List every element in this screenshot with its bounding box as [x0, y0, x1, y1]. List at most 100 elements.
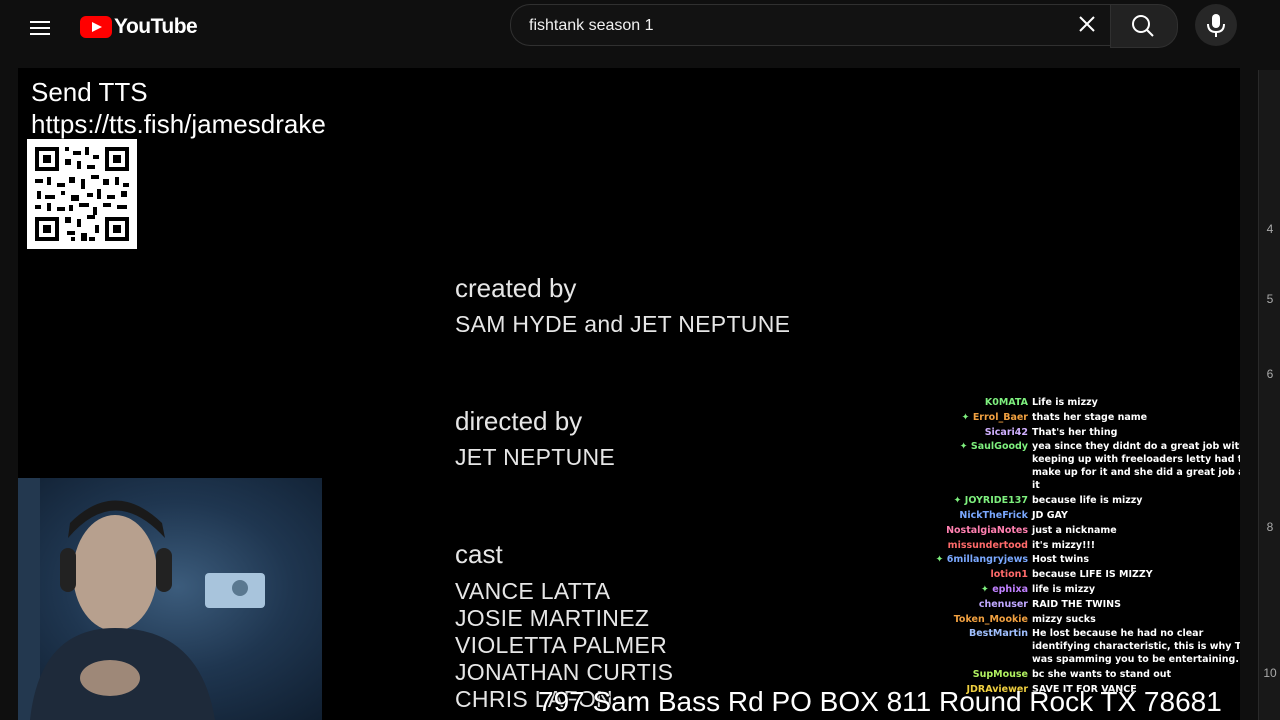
chat-username-text: BestMartin: [969, 628, 1028, 640]
chat-username-text: Token_Mookie: [953, 613, 1028, 625]
chat-username-text: 6millangryjews: [946, 554, 1028, 566]
chat-message: Sicari42 That's her thing: [918, 426, 1240, 439]
chat-message-text: life is mizzy: [1032, 583, 1096, 595]
badge-icon: ✦: [980, 583, 993, 595]
chat-username-text: chenuser: [978, 598, 1028, 610]
chat-message: missundertood it's mizzy!!!: [918, 539, 1240, 552]
chat-message: NostalgiaNotes just a nickname: [918, 524, 1240, 537]
chat-message: chenuser RAID THE TWINS: [918, 598, 1240, 611]
chat-username-text: lotion1: [990, 569, 1028, 581]
menu-icon-bar: [30, 33, 50, 35]
play-icon: [80, 16, 112, 38]
chat-message-text: thats her stage name: [1032, 411, 1148, 423]
chat-message-text: just a nickname: [1032, 524, 1117, 536]
chat-username: missundertood: [918, 539, 1032, 552]
chat-username: ✦ JOYRIDE137: [918, 494, 1032, 507]
chat-message: ✦ SaulGoody yea since they didnt do a gre…: [918, 440, 1240, 492]
chat-username-text: ephixa: [992, 583, 1028, 595]
chat-message: lotion1 because LIFE IS MIZZY: [918, 568, 1240, 581]
chat-message-text: JD GAY: [1032, 509, 1068, 521]
streamer-video-image: [18, 478, 265, 720]
cast-name: VANCE LATTA: [455, 578, 611, 604]
voice-search-button[interactable]: [1195, 4, 1237, 46]
search-box: [510, 4, 1111, 47]
microphone-icon: [1207, 14, 1225, 37]
chat-message: ✦ JOYRIDE137 because life is mizzy: [918, 494, 1240, 507]
chat-username: SupMouse: [918, 668, 1032, 681]
chat-username: BestMartin: [918, 627, 1032, 666]
chat-username-text: Errol_Baer: [972, 411, 1028, 423]
chat-username: lotion1: [918, 568, 1032, 581]
chat-username: NostalgiaNotes: [918, 524, 1032, 537]
chat-username: chenuser: [918, 598, 1032, 611]
badge-icon: ✦: [953, 495, 965, 507]
chat-message-text: it's mizzy!!!: [1032, 539, 1096, 551]
badge-icon: ✦: [961, 411, 973, 423]
chat-message-text: He lost because he had no clear identify…: [1032, 628, 1240, 666]
side-panel-number: 8: [1266, 520, 1274, 534]
chat-username-text: SaulGoody: [970, 441, 1028, 453]
search-icon: [1132, 15, 1154, 37]
search-button[interactable]: [1110, 4, 1178, 48]
chat-message-text: Life is mizzy: [1032, 397, 1098, 408]
chat-username-text: K0MATA: [984, 397, 1028, 408]
chat-username-text: NostalgiaNotes: [946, 524, 1028, 536]
side-panel-number: 6: [1266, 367, 1274, 381]
credit-name: SAM HYDE and JET NEPTUNE: [455, 311, 791, 337]
chat-username: ✦ SaulGoody: [918, 440, 1032, 492]
chat-message-text: bc she wants to stand out: [1032, 669, 1172, 681]
chat-username: NickTheFrick: [918, 509, 1032, 522]
chat-message-text: yea since they didnt do a great job with…: [1032, 441, 1240, 492]
hamburger-menu-button[interactable]: [24, 12, 56, 44]
side-panel-number: 5: [1266, 292, 1274, 306]
video-player[interactable]: Send TTS https://tts.fish/jamesdrake cre…: [18, 68, 1240, 720]
chat-username: Token_Mookie: [918, 613, 1032, 626]
chat-message: ✦ 6millangryjews Host twins: [918, 553, 1240, 566]
youtube-logo[interactable]: YouTube: [80, 14, 198, 40]
chat-message-text: RAID THE TWINS: [1032, 598, 1121, 610]
badge-icon: ✦: [959, 441, 971, 453]
credit-block-directed: directed by JET NEPTUNE: [455, 406, 615, 471]
chat-username-text: Sicari42: [984, 426, 1028, 438]
qr-code-icon: [35, 147, 129, 241]
chat-username: Sicari42: [918, 426, 1032, 439]
credit-heading: created by: [455, 273, 577, 303]
side-panel-number: 10: [1263, 666, 1277, 680]
close-icon: [1079, 16, 1095, 32]
tts-title: Send TTS: [31, 77, 148, 107]
search-input[interactable]: [527, 5, 1071, 47]
chat-username-text: missundertood: [947, 539, 1028, 551]
side-panel: 4 5 6 8 10: [1258, 70, 1280, 720]
chat-message: Token_Mookie mizzy sucks: [918, 613, 1240, 626]
chat-message-text: That's her thing: [1032, 426, 1118, 438]
logo-text: YouTube: [114, 15, 198, 38]
chat-username: ✦ ephixa: [918, 583, 1032, 596]
menu-icon: [30, 21, 50, 23]
menu-icon-bar: [30, 27, 50, 29]
chat-message: NickTheFrick JD GAY: [918, 509, 1240, 522]
clear-search-button[interactable]: [1072, 9, 1102, 39]
credit-name: JET NEPTUNE: [455, 444, 616, 470]
chat-message-text: mizzy sucks: [1032, 613, 1096, 625]
chat-message: BestMartin He lost because he had no clea…: [918, 627, 1240, 666]
chat-message: SupMouse bc she wants to stand out: [918, 668, 1240, 681]
chat-username-text: NickTheFrick: [959, 509, 1028, 521]
webcam-overlay: [18, 478, 322, 720]
credit-heading: directed by: [455, 406, 583, 436]
chat-message-text: because LIFE IS MIZZY: [1032, 569, 1153, 581]
masthead: YouTube: [0, 0, 1280, 56]
chat-username-text: JOYRIDE137: [964, 495, 1028, 507]
chat-username: ✦ 6millangryjews: [918, 553, 1032, 566]
cast-name: VIOLETTA PALMER: [455, 632, 667, 658]
chat-message-text: because life is mizzy: [1032, 495, 1143, 507]
credit-block-created: created by SAM HYDE and JET NEPTUNE: [455, 273, 790, 338]
chat-username: ✦ Errol_Baer: [918, 411, 1032, 424]
side-panel-number: 4: [1266, 222, 1274, 236]
chat-message: ✦ Errol_Baer thats her stage name: [918, 411, 1240, 424]
chat-username-text: SupMouse: [972, 669, 1028, 681]
cast-name: JOSIE MARTINEZ: [455, 605, 650, 631]
chat-overlay: K0MATA Life is mizzy ✦ Errol_Baer thats her…: [918, 396, 1240, 698]
qr-code: [27, 139, 137, 249]
chat-username: K0MATA: [918, 396, 1032, 409]
chat-message-text: Host twins: [1032, 554, 1089, 566]
